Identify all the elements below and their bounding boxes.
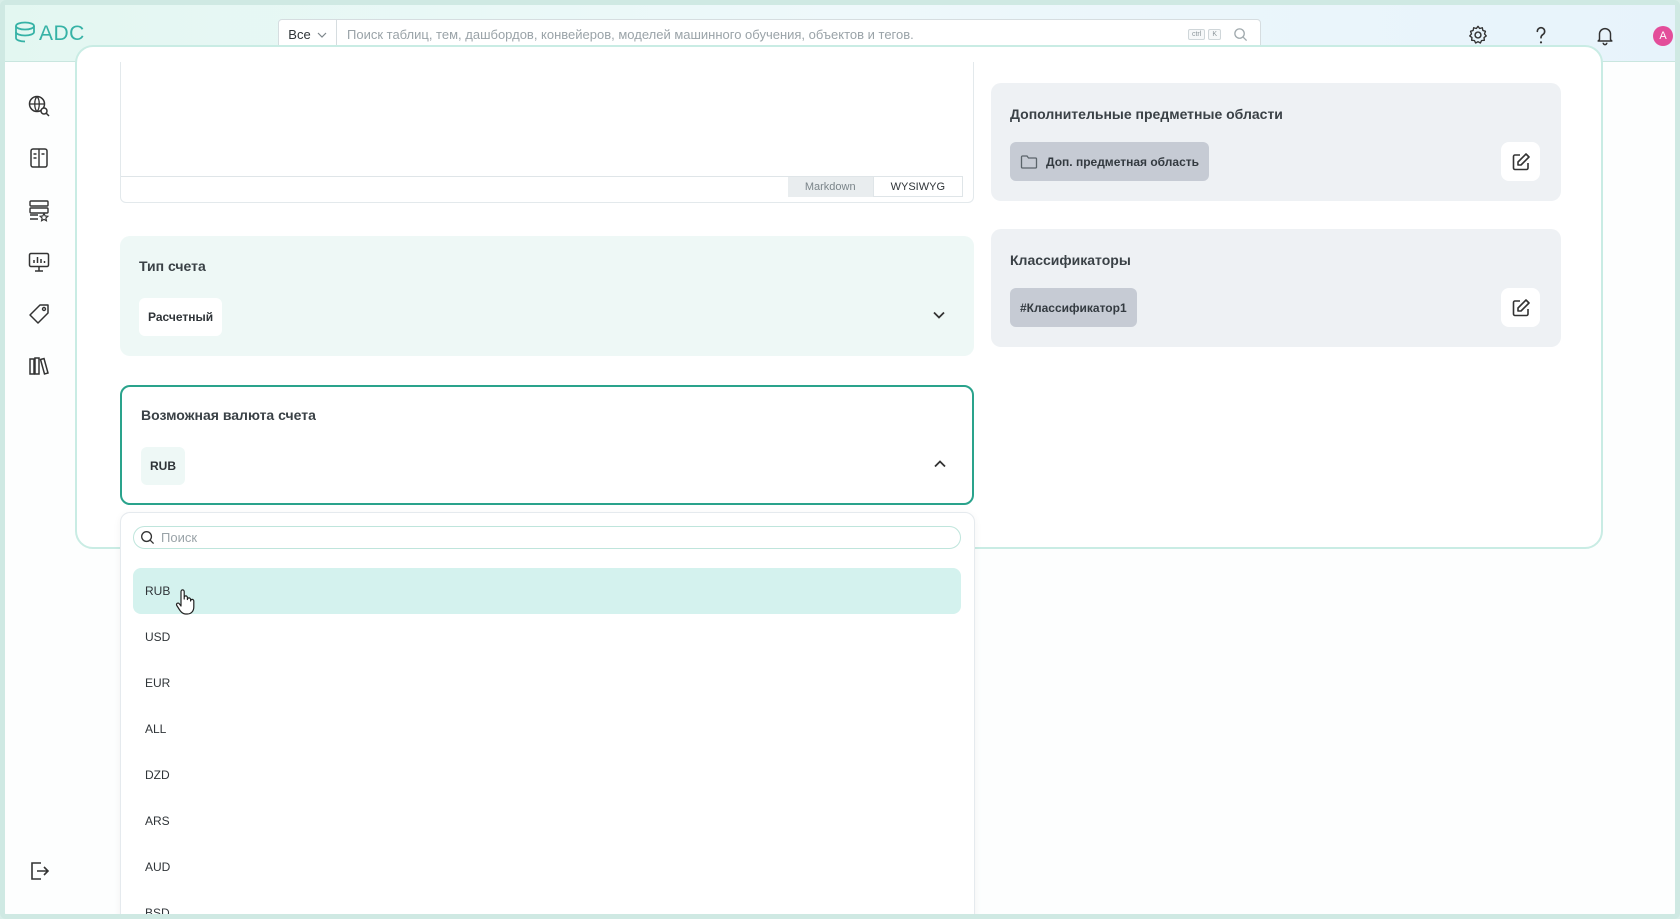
currency-options-list: RUB USD EUR ALL DZD ARS AUD BSD (133, 568, 961, 914)
currency-panel[interactable]: Возможная валюта счета RUB (120, 385, 974, 505)
search-icon[interactable] (1233, 27, 1248, 42)
app-window: ADC Все ctrl K A (0, 0, 1680, 919)
logo-text: ADC (39, 22, 85, 45)
description-editor[interactable]: Markdown WYSIWYG (120, 62, 974, 203)
logo[interactable]: ADC (13, 19, 85, 49)
classifier-tag: #Классификатор1 (1010, 288, 1137, 327)
dropdown-search (133, 526, 961, 549)
tab-markdown[interactable]: Markdown (787, 177, 873, 197)
edit-icon (1512, 298, 1530, 316)
search-icon (141, 531, 155, 545)
dashboard-monitor-icon[interactable] (27, 250, 51, 274)
tab-wysiwyg[interactable]: WYSIWYG (872, 177, 963, 197)
avatar[interactable]: A (1653, 26, 1673, 46)
gear-icon[interactable] (1467, 24, 1489, 46)
chevron-down-icon (317, 32, 327, 38)
account-type-title: Тип счета (139, 258, 206, 274)
additional-domains-title: Дополнительные предметные области (1010, 106, 1283, 122)
book-icon[interactable] (27, 146, 51, 170)
account-type-value: Расчетный (139, 298, 223, 336)
search-input[interactable] (337, 27, 1185, 42)
search-scope-label: Все (288, 27, 311, 42)
option-usd[interactable]: USD (133, 614, 961, 660)
help-icon[interactable] (1530, 24, 1552, 46)
classifiers-title: Классификаторы (1010, 252, 1131, 268)
library-icon[interactable] (27, 354, 51, 378)
domain-tag-label: Доп. предметная область (1046, 154, 1200, 169)
currency-title: Возможная валюта счета (141, 407, 316, 423)
option-eur[interactable]: EUR (133, 660, 961, 706)
dropdown-search-input[interactable] (161, 530, 941, 545)
edit-icon (1512, 152, 1530, 170)
option-ars[interactable]: ARS (133, 798, 961, 844)
kbd-k: K (1208, 29, 1221, 40)
account-type-panel: Тип счета Расчетный (120, 236, 974, 356)
database-star-icon[interactable] (27, 198, 51, 222)
kbd-ctrl: ctrl (1187, 29, 1206, 40)
domain-tag: Доп. предметная область (1010, 142, 1210, 181)
folder-icon (1020, 154, 1038, 169)
option-bsd[interactable]: BSD (133, 890, 961, 914)
logout-icon[interactable] (27, 859, 51, 883)
tag-icon[interactable] (27, 302, 51, 326)
classifiers-panel: Классификаторы #Классификатор1 (991, 229, 1561, 347)
editor-mode-tabs: Markdown WYSIWYG (787, 177, 963, 197)
option-rub[interactable]: RUB (133, 568, 961, 614)
hand-cursor-icon (175, 589, 195, 615)
option-dzd[interactable]: DZD (133, 752, 961, 798)
chevron-up-icon[interactable] (931, 455, 949, 473)
additional-domains-panel: Дополнительные предметные области Доп. п… (991, 83, 1561, 201)
currency-value: RUB (141, 447, 185, 485)
edit-domains-button[interactable] (1501, 142, 1540, 181)
globe-search-icon[interactable] (27, 94, 51, 118)
option-aud[interactable]: AUD (133, 844, 961, 890)
currency-dropdown: RUB USD EUR ALL DZD ARS AUD BSD (120, 512, 975, 914)
logo-icon (15, 21, 35, 43)
bell-icon[interactable] (1594, 24, 1616, 46)
edit-classifiers-button[interactable] (1501, 288, 1540, 327)
chevron-down-icon[interactable] (930, 306, 948, 324)
option-all[interactable]: ALL (133, 706, 961, 752)
sidebar (5, 62, 71, 914)
